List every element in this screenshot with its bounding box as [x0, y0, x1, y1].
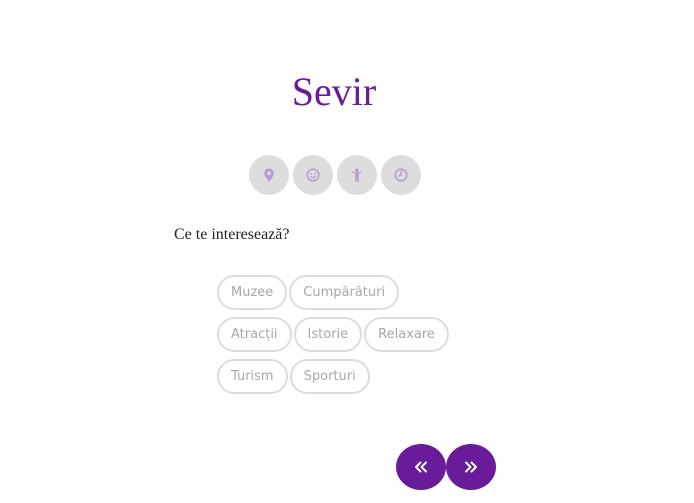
chip-istorie[interactable]: Istorie	[293, 317, 363, 352]
next-button[interactable]	[446, 444, 496, 490]
double-chevron-left-icon	[415, 461, 427, 473]
chip-row: Muzee Cumpărături	[217, 275, 449, 310]
chip-cumparaturi[interactable]: Cumpărături	[289, 275, 400, 310]
step-activity[interactable]	[337, 155, 377, 195]
person-icon	[352, 167, 362, 182]
app-title: Sevir	[291, 69, 377, 114]
smiley-icon	[306, 168, 320, 182]
chip-relaxare[interactable]: Relaxare	[364, 317, 449, 352]
chip-atractii[interactable]: Atracții	[217, 317, 292, 352]
chip-muzee[interactable]: Muzee	[217, 275, 288, 310]
interest-chips: Muzee Cumpărături Atracții Istorie Relax…	[217, 275, 449, 401]
step-location[interactable]	[249, 155, 289, 195]
previous-button[interactable]	[396, 444, 446, 490]
chip-row: Turism Sporturi	[217, 359, 449, 394]
chip-turism[interactable]: Turism	[217, 359, 288, 394]
step-mood[interactable]	[293, 155, 333, 195]
chip-row: Atracții Istorie Relaxare	[217, 317, 449, 352]
step-time[interactable]	[381, 155, 421, 195]
double-chevron-right-icon	[465, 461, 477, 473]
step-navigation	[396, 444, 496, 490]
chip-sporturi[interactable]: Sporturi	[289, 359, 370, 394]
map-pin-icon	[264, 168, 274, 182]
interests-question: Ce te interesează?	[174, 226, 290, 243]
step-indicator	[249, 155, 421, 195]
clock-icon	[394, 168, 408, 182]
